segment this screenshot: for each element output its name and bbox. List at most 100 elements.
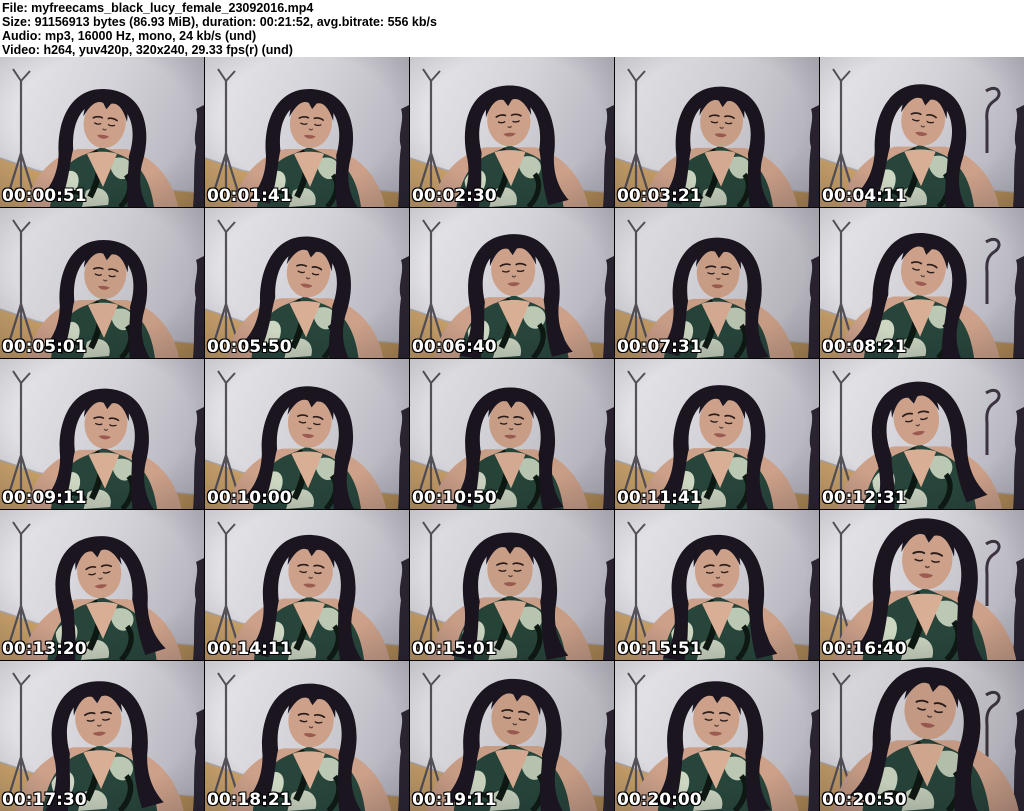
video-thumbnail: 00:04:11 <box>820 57 1024 207</box>
thumbnail-scene <box>820 510 1024 660</box>
vignette <box>205 57 409 207</box>
timestamp-overlay: 00:04:11 <box>822 186 907 206</box>
video-thumbnail: 00:10:50 <box>410 359 614 509</box>
thumbnail-scene <box>410 208 614 358</box>
thumbnail-grid: 00:00:51 00:01:41 00:02:30 00:03:21 00:0… <box>0 57 1024 811</box>
vignette <box>0 208 204 358</box>
timestamp-overlay: 00:05:01 <box>2 337 87 357</box>
vignette <box>205 359 409 509</box>
file-metadata-header: File: myfreecams_black_lucy_female_23092… <box>0 0 1024 57</box>
video-thumbnail: 00:19:11 <box>410 661 614 811</box>
video-thumbnail: 00:03:21 <box>615 57 819 207</box>
timestamp-overlay: 00:07:31 <box>617 337 702 357</box>
video-thumbnail: 00:18:21 <box>205 661 409 811</box>
thumbnail-scene <box>410 510 614 660</box>
file-name-line: File: myfreecams_black_lucy_female_23092… <box>2 1 314 15</box>
video-thumbnail: 00:15:51 <box>615 510 819 660</box>
thumbnail-scene <box>820 208 1024 358</box>
video-info-line: Video: h264, yuv420p, 320x240, 29.33 fps… <box>2 43 293 57</box>
vignette <box>410 661 614 811</box>
vignette <box>410 57 614 207</box>
video-thumbnail: 00:05:50 <box>205 208 409 358</box>
vignette <box>615 359 819 509</box>
vignette <box>820 661 1024 811</box>
thumbnail-scene <box>0 208 204 358</box>
timestamp-overlay: 00:15:01 <box>412 639 497 659</box>
timestamp-overlay: 00:09:11 <box>2 488 87 508</box>
timestamp-overlay: 00:18:21 <box>207 790 292 810</box>
vignette <box>205 510 409 660</box>
vignette <box>0 57 204 207</box>
vignette <box>205 661 409 811</box>
vignette <box>615 208 819 358</box>
vignette <box>0 661 204 811</box>
video-thumbnail: 00:14:11 <box>205 510 409 660</box>
timestamp-overlay: 00:01:41 <box>207 186 292 206</box>
video-thumbnail: 00:16:40 <box>820 510 1024 660</box>
thumbnail-scene <box>615 359 819 509</box>
thumbnail-scene <box>0 661 204 811</box>
thumbnail-scene <box>0 359 204 509</box>
video-thumbnail: 00:20:50 <box>820 661 1024 811</box>
vignette <box>820 57 1024 207</box>
vignette <box>410 208 614 358</box>
thumbnail-scene <box>820 359 1024 509</box>
video-thumbnail: 00:01:41 <box>205 57 409 207</box>
thumbnail-scene <box>615 57 819 207</box>
thumbnail-scene <box>0 57 204 207</box>
vignette <box>0 359 204 509</box>
timestamp-overlay: 00:15:51 <box>617 639 702 659</box>
thumbnail-scene <box>205 57 409 207</box>
video-thumbnail: 00:07:31 <box>615 208 819 358</box>
video-thumbnail: 00:09:11 <box>0 359 204 509</box>
thumbnail-scene <box>410 661 614 811</box>
timestamp-overlay: 00:11:41 <box>617 488 702 508</box>
thumbnail-scene <box>410 57 614 207</box>
timestamp-overlay: 00:02:30 <box>412 186 497 206</box>
thumbnail-scene <box>410 359 614 509</box>
video-thumbnail: 00:02:30 <box>410 57 614 207</box>
thumbnail-scene <box>615 510 819 660</box>
video-thumbnail: 00:11:41 <box>615 359 819 509</box>
video-thumbnail: 00:08:21 <box>820 208 1024 358</box>
vignette <box>410 359 614 509</box>
video-thumbnail: 00:12:31 <box>820 359 1024 509</box>
audio-info-line: Audio: mp3, 16000 Hz, mono, 24 kb/s (und… <box>2 29 257 43</box>
timestamp-overlay: 00:13:20 <box>2 639 87 659</box>
vignette <box>205 208 409 358</box>
timestamp-overlay: 00:10:50 <box>412 488 497 508</box>
thumbnail-scene <box>615 208 819 358</box>
timestamp-overlay: 00:08:21 <box>822 337 907 357</box>
thumbnail-scene <box>820 57 1024 207</box>
video-thumbnail: 00:10:00 <box>205 359 409 509</box>
timestamp-overlay: 00:14:11 <box>207 639 292 659</box>
vignette <box>615 510 819 660</box>
video-contact-sheet: File: myfreecams_black_lucy_female_23092… <box>0 0 1024 811</box>
timestamp-overlay: 00:19:11 <box>412 790 497 810</box>
timestamp-overlay: 00:00:51 <box>2 186 87 206</box>
vignette <box>615 661 819 811</box>
timestamp-overlay: 00:20:50 <box>822 790 907 810</box>
video-thumbnail: 00:17:30 <box>0 661 204 811</box>
vignette <box>410 510 614 660</box>
video-thumbnail: 00:00:51 <box>0 57 204 207</box>
video-thumbnail: 00:13:20 <box>0 510 204 660</box>
vignette <box>820 510 1024 660</box>
timestamp-overlay: 00:03:21 <box>617 186 702 206</box>
thumbnail-scene <box>615 661 819 811</box>
vignette <box>0 510 204 660</box>
thumbnail-scene <box>0 510 204 660</box>
thumbnail-scene <box>205 510 409 660</box>
file-size-line: Size: 91156913 bytes (86.93 MiB), durati… <box>2 15 437 29</box>
timestamp-overlay: 00:10:00 <box>207 488 292 508</box>
video-thumbnail: 00:15:01 <box>410 510 614 660</box>
video-thumbnail: 00:20:00 <box>615 661 819 811</box>
vignette <box>615 57 819 207</box>
timestamp-overlay: 00:05:50 <box>207 337 292 357</box>
timestamp-overlay: 00:06:40 <box>412 337 497 357</box>
vignette <box>820 359 1024 509</box>
video-thumbnail: 00:05:01 <box>0 208 204 358</box>
thumbnail-scene <box>820 661 1024 811</box>
thumbnail-scene <box>205 661 409 811</box>
timestamp-overlay: 00:20:00 <box>617 790 702 810</box>
